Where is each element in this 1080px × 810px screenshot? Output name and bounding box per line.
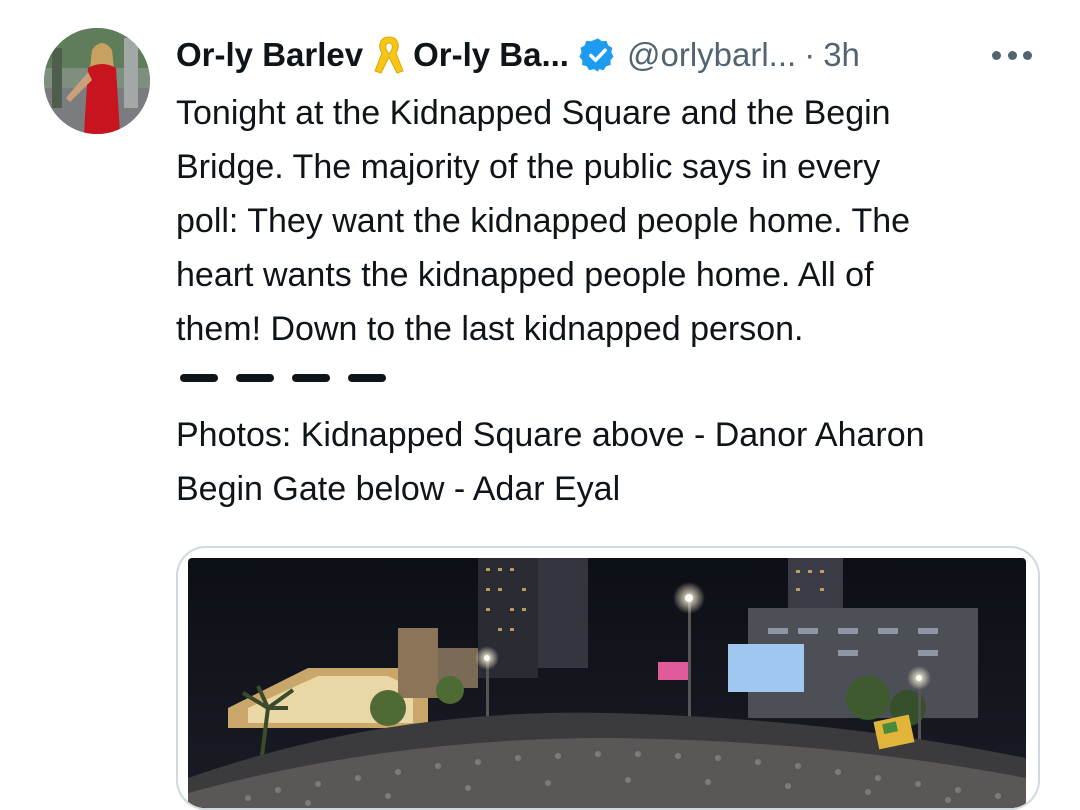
tweet-photo[interactable] — [188, 558, 1026, 808]
dot-icon — [1007, 50, 1017, 60]
dash-divider — [180, 374, 386, 382]
dot-icon — [1023, 50, 1032, 60]
verified-badge-icon — [579, 36, 617, 74]
tweet: Or-ly Barlev Or-ly Ba... @orlybarl... · … — [0, 0, 1080, 810]
tweet-text-line: heart wants the kidnapped people home. A… — [176, 256, 874, 294]
dot-icon — [992, 50, 1001, 60]
timestamp[interactable]: 3h — [823, 36, 860, 74]
user-handle[interactable]: @orlybarl... — [627, 36, 796, 74]
tweet-text-line: poll: They want the kidnapped people hom… — [176, 202, 911, 240]
rally-photo — [188, 558, 1026, 808]
dash — [348, 374, 386, 382]
photo-credits: Photos: Kidnapped Square above - Danor A… — [176, 408, 1046, 516]
more-options-icon[interactable] — [992, 49, 1032, 61]
tweet-text-line: Bridge. The majority of the public says … — [176, 148, 881, 186]
avatar[interactable] — [44, 28, 150, 134]
tweet-header: Or-ly Barlev Or-ly Ba... @orlybarl... · … — [176, 30, 1046, 80]
dash — [180, 374, 218, 382]
credit-line: Begin Gate below - Adar Eyal — [176, 470, 621, 508]
display-name[interactable]: Or-ly Barlev — [176, 36, 363, 74]
media-card[interactable] — [176, 546, 1040, 810]
avatar-photo — [44, 28, 150, 134]
dash — [236, 374, 274, 382]
dash — [292, 374, 330, 382]
credit-line: Photos: Kidnapped Square above - Danor A… — [176, 416, 925, 454]
yellow-ribbon-icon — [371, 33, 407, 77]
tweet-text-line: them! Down to the last kidnapped person. — [176, 310, 804, 348]
display-name-secondary[interactable]: Or-ly Ba... — [413, 36, 569, 74]
tweet-text-line: Tonight at the Kidnapped Square and the … — [176, 94, 891, 132]
tweet-text: Tonight at the Kidnapped Square and the … — [176, 86, 1046, 356]
separator-dot: · — [804, 36, 816, 73]
